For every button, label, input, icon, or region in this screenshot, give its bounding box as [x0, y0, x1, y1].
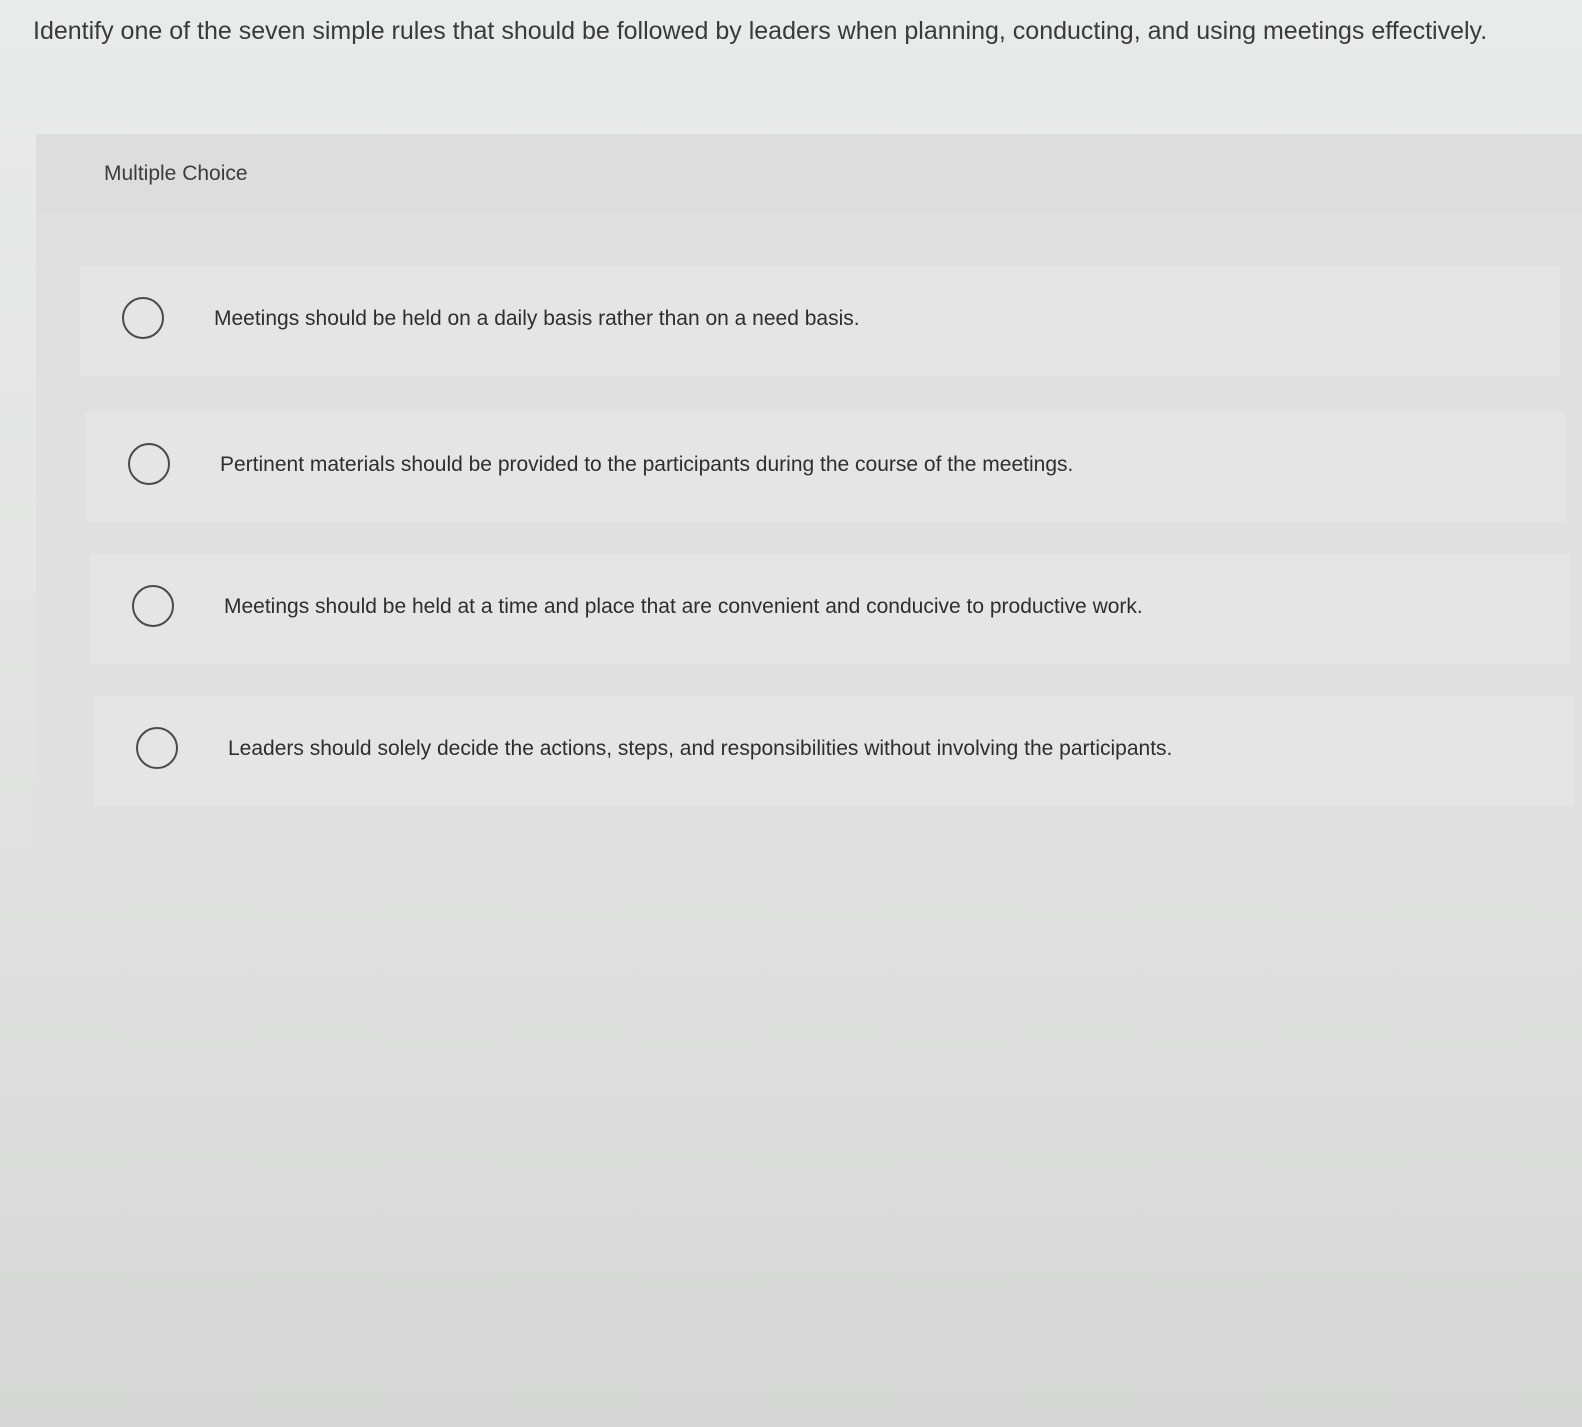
radio-button-icon[interactable] — [136, 727, 178, 769]
answer-option-2[interactable]: Pertinent materials should be provided t… — [86, 412, 1566, 522]
question-prompt: Identify one of the seven simple rules t… — [33, 17, 1488, 45]
radio-button-icon[interactable] — [122, 297, 164, 339]
answer-choices: Meetings should be held on a daily basis… — [36, 134, 1582, 892]
radio-button-icon[interactable] — [128, 443, 170, 485]
answer-option-1[interactable]: Meetings should be held on a daily basis… — [80, 266, 1560, 376]
answer-option-text: Leaders should solely decide the actions… — [228, 737, 1173, 760]
radio-button-icon[interactable] — [132, 585, 174, 627]
answer-option-text: Pertinent materials should be provided t… — [220, 453, 1074, 476]
answer-option-4[interactable]: Leaders should solely decide the actions… — [94, 696, 1574, 806]
multiple-choice-panel: Multiple Choice Meetings should be held … — [36, 134, 1582, 892]
answer-option-text: Meetings should be held on a daily basis… — [214, 307, 860, 330]
answer-option-text: Meetings should be held at a time and pl… — [224, 595, 1143, 618]
answer-option-3[interactable]: Meetings should be held at a time and pl… — [90, 554, 1570, 664]
